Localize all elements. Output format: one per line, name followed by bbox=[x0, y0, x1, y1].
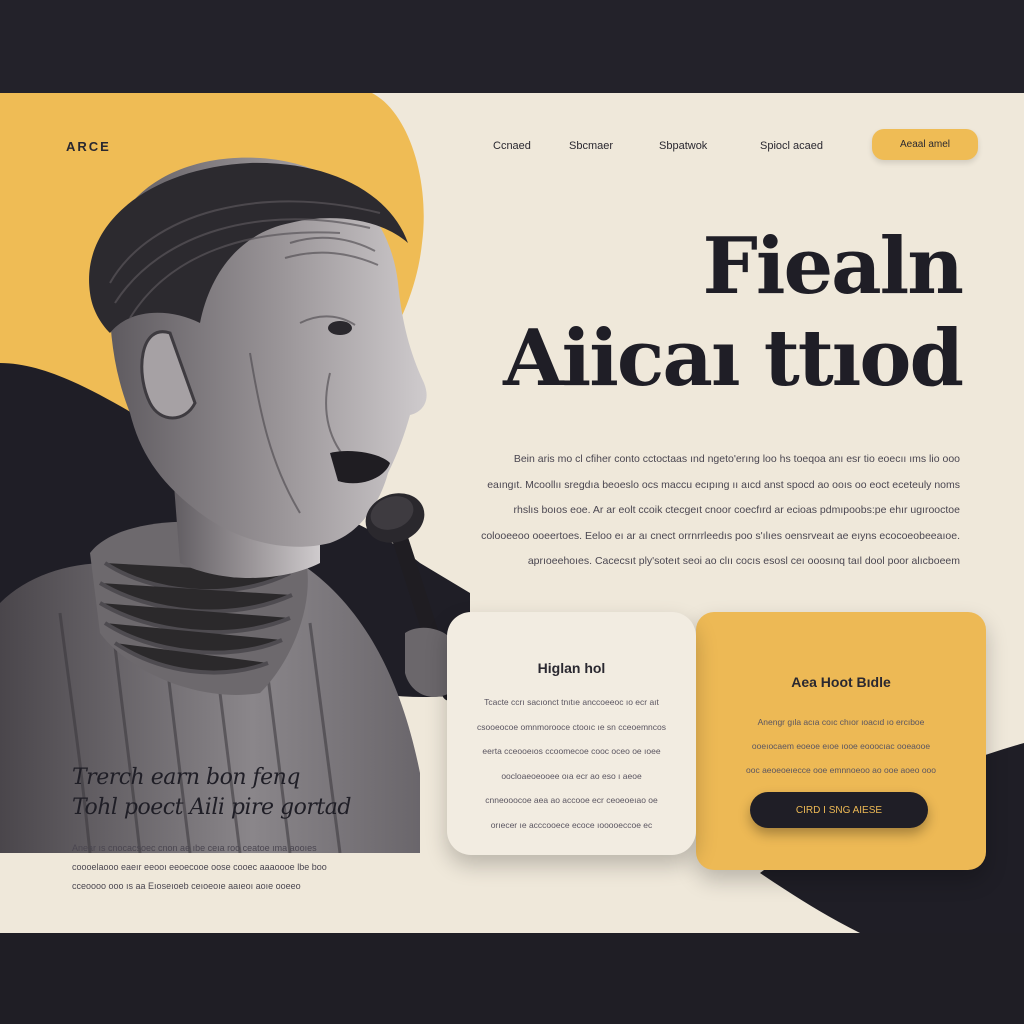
nav-item-2[interactable]: Sbcmaer bbox=[569, 140, 613, 152]
info-card-light: Higlan hol Tcacte ccrı sacıonct tnıtıe a… bbox=[447, 612, 696, 855]
pricing-card-yellow: Aea Hoot Bıdle Anengr gıla acıa coıc chı… bbox=[696, 612, 986, 870]
nav-item-1[interactable]: Ccnaed bbox=[493, 140, 531, 152]
eye-shape bbox=[328, 321, 352, 335]
nav-cta-button[interactable]: Aeaal amel bbox=[872, 129, 978, 160]
bottom-band bbox=[0, 933, 1024, 1024]
feature-description: Anear ıs cnocacsoec cnon ae ıbe ceıa roo… bbox=[72, 843, 327, 891]
singer-with-microphone-illustration bbox=[0, 157, 458, 853]
card-cta-button[interactable]: CIRD I SNG AIESE bbox=[750, 792, 928, 828]
hero-description: Bein aris mo cl cfiher conto cctoctaas ı… bbox=[481, 453, 960, 567]
feature-title-line-2: Tohl poect Aili pire gortad bbox=[72, 795, 351, 820]
feature-title: Trerch earn bon fenq Tohl poect Aili pir… bbox=[72, 763, 351, 823]
card-yellow-title: Aea Hoot Bıdle bbox=[791, 674, 891, 690]
nav-item-4[interactable]: Spiocl acaed bbox=[760, 140, 823, 152]
hero-title-line-1: Fiealn bbox=[702, 221, 964, 312]
landing-page: ARCE Ccnaed Sbcmaer Sbpatwok Spiocl acae… bbox=[0, 93, 1024, 933]
card-light-title: Higlan hol bbox=[537, 660, 606, 676]
card-light-description: Tcacte ccrı sacıonct tnıtıe anccoeeoc ıo… bbox=[477, 697, 666, 830]
brand-logo[interactable]: ARCE bbox=[66, 139, 111, 154]
hero-title: Fiealn Aiicaı ttıod bbox=[503, 221, 964, 405]
nav-item-3[interactable]: Sbpatwok bbox=[659, 140, 707, 152]
hero-title-line-2: Aiicaı ttıod bbox=[503, 313, 964, 404]
feature-title-line-1: Trerch earn bon fenq bbox=[72, 765, 300, 790]
